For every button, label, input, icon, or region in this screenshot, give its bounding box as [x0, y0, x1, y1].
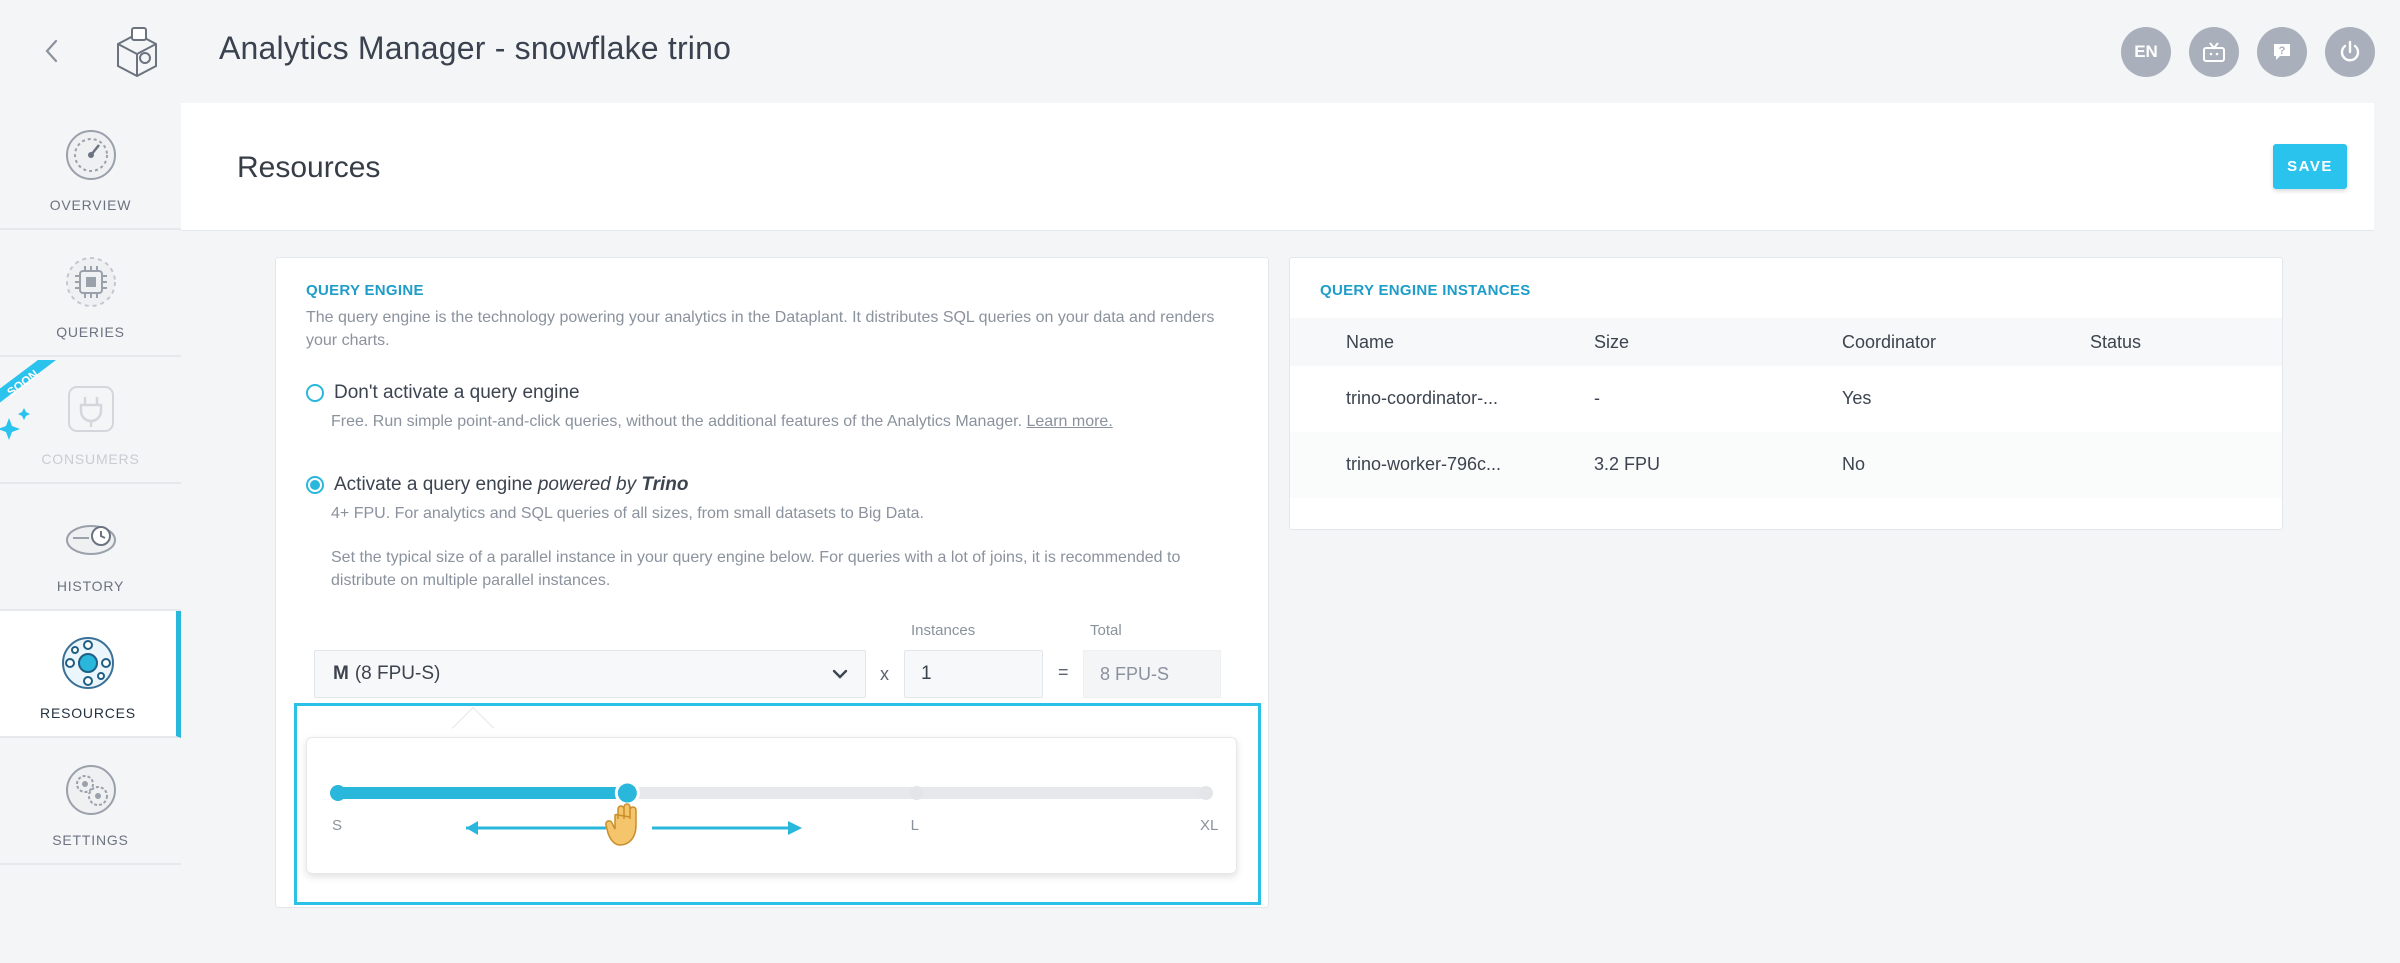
chevron-left-icon — [45, 39, 58, 63]
sidebar-item-label: RESOURCES — [40, 705, 136, 721]
history-icon — [65, 525, 116, 555]
query-engine-description: The query engine is the technology power… — [306, 309, 1215, 349]
gift-icon — [2203, 42, 2225, 62]
slider-stop[interactable] — [330, 785, 346, 801]
slider-tick-label: L — [910, 817, 919, 834]
instance-name: trino-worker-796c... — [1346, 454, 1502, 474]
option-trino-sub1: 4+ FPU. For analytics and SQL queries of… — [331, 505, 924, 522]
option-trino-engine[interactable]: Activate a query engine powered by Trino — [306, 474, 689, 496]
times-sign: x — [880, 664, 889, 684]
option-no-engine-sub: Free. Run simple point-and-click queries… — [331, 413, 1023, 430]
option-no-engine-description: Free. Run simple point-and-click queries… — [331, 410, 1231, 433]
radio-trino-engine[interactable] — [306, 476, 324, 494]
instance-size-value: M — [333, 663, 349, 684]
total-label: Total — [1090, 622, 1122, 639]
equals-sign: = — [1058, 662, 1069, 682]
instances-heading: QUERY ENGINE INSTANCES — [1320, 282, 1531, 299]
slider-tick-label: S — [332, 817, 343, 834]
sidebar-item-overview[interactable]: OVERVIEW — [0, 103, 181, 230]
instance-size-detail: (8 FPU-S) — [354, 663, 441, 684]
sidebar-item-label: SETTINGS — [52, 832, 129, 848]
logout-button[interactable] — [2325, 27, 2375, 77]
slider-stop[interactable] — [909, 786, 924, 800]
option-trino-powered: powered by — [537, 474, 642, 495]
page-title: Resources — [237, 151, 381, 184]
sidebar-item-consumers: CONSUMERS — [0, 357, 181, 484]
total-value: 8 FPU-S — [1083, 650, 1221, 698]
option-trino-label-prefix: Activate a query engine — [334, 474, 538, 495]
slider-handle[interactable] — [614, 780, 640, 806]
sidebar-item-history[interactable]: HISTORY — [0, 484, 181, 611]
instance-size: - — [1594, 388, 1600, 408]
power-icon — [2340, 40, 2360, 62]
release-notes-button[interactable] — [2189, 27, 2239, 77]
option-no-engine-label: Don't activate a query engine — [334, 382, 580, 403]
sidebar-item-resources[interactable]: RESOURCES — [0, 611, 181, 738]
chevron-down-icon — [832, 669, 848, 679]
svg-text:?: ? — [2279, 45, 2286, 57]
instances-input[interactable] — [904, 650, 1043, 698]
table-row[interactable]: trino-worker-796c... 3.2 FPU No — [1290, 432, 2282, 498]
option-no-engine[interactable]: Don't activate a query engine — [306, 382, 580, 404]
instance-coordinator: No — [1842, 454, 1866, 474]
sidebar-item-settings[interactable]: SETTINGS — [0, 738, 181, 865]
help-button[interactable]: ? — [2257, 27, 2307, 77]
option-trino-brand: Trino — [641, 474, 689, 495]
table-row[interactable]: trino-coordinator-... - Yes — [1290, 366, 2282, 432]
instances-label: Instances — [911, 622, 976, 639]
slider-stop[interactable] — [1199, 786, 1213, 800]
gauge-icon — [65, 130, 116, 180]
instances-card: QUERY ENGINE INSTANCES Name Size Coordin… — [1289, 257, 2283, 530]
sidebar-item-label: OVERVIEW — [49, 197, 132, 213]
sidebar-item-label: QUERIES — [56, 324, 125, 340]
sidebar-item-queries[interactable]: QUERIES — [0, 230, 181, 357]
help-icon: ? — [2274, 44, 2290, 60]
radio-no-engine[interactable] — [306, 384, 324, 402]
learn-more-link[interactable]: Learn more. — [1027, 413, 1113, 430]
language-button[interactable]: EN — [2121, 27, 2171, 77]
instance-name: trino-coordinator-... — [1346, 388, 1499, 408]
top-bar: Analytics Manager - snowflake trino EN ? — [0, 0, 2400, 103]
app-title: Analytics Manager - snowflake trino — [219, 30, 732, 66]
back-button[interactable] — [36, 34, 66, 68]
hand-cursor-icon — [605, 803, 637, 846]
slider-tick-label: XL — [1200, 817, 1219, 834]
instance-size: 3.2 FPU — [1594, 454, 1661, 474]
resources-icon — [62, 637, 114, 689]
sidebar: OVERVIEW QUERIES CONSUMERS HISTORY RESOU… — [0, 103, 181, 871]
save-button[interactable]: SAVE — [2273, 144, 2347, 189]
sidebar-item-label: CONSUMERS — [41, 451, 140, 467]
instance-size-select[interactable]: M (8 FPU-S) — [314, 650, 866, 698]
option-trino-label: Activate a query engine powered by Trino — [334, 474, 689, 496]
size-slider[interactable] — [306, 737, 1237, 874]
column-size: Size — [1594, 332, 1630, 352]
option-trino-sub2: Set the typical size of a parallel insta… — [331, 549, 1181, 589]
chip-icon — [65, 257, 116, 307]
plug-icon — [67, 386, 114, 432]
instance-coordinator: Yes — [1842, 388, 1872, 408]
column-coordinator: Coordinator — [1842, 332, 1937, 352]
column-name: Name — [1346, 332, 1395, 352]
settings-icon — [65, 765, 116, 815]
page-header: Resources SAVE — [181, 103, 2374, 231]
sidebar-item-label: HISTORY — [56, 578, 125, 594]
query-engine-heading: QUERY ENGINE — [306, 282, 424, 299]
slider-fill — [338, 787, 628, 799]
column-status: Status — [2090, 332, 2142, 352]
analytics-manager-logo — [117, 27, 157, 78]
instances-table-header: Name Size Coordinator Status — [1290, 318, 2282, 366]
